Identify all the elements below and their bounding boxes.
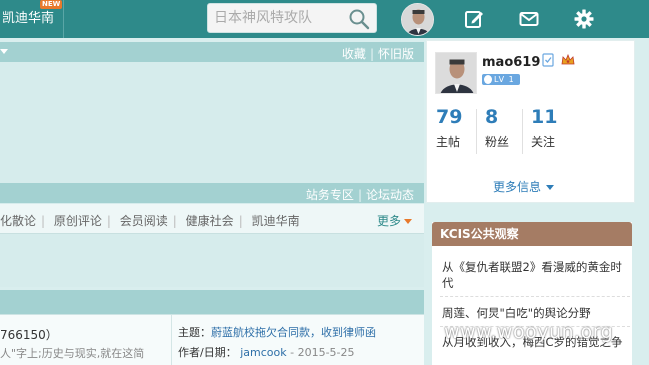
kcis-title: KCIS公共观察 [432,222,632,246]
username[interactable]: mao619 [482,55,540,70]
author-label: 作者/日期： [178,346,237,359]
crown-icon [561,54,575,65]
post-excerpt[interactable]: 人"字上;历史与现实,就在这简 [0,345,144,361]
divider [440,296,630,297]
caret-down-icon [546,185,555,190]
compose-icon[interactable] [464,9,484,29]
section-header-bar [0,290,424,314]
banner-bottom-bar: 站务专区 | 论坛动态 [0,183,424,203]
banner-top-bar: 收藏 | 怀旧版 [0,42,424,62]
stat-number: 8 [485,106,499,128]
topic-label: 主题： [178,326,211,339]
nav-tab-label: 凯迪华南 [2,11,55,26]
caret-down-icon [404,219,413,224]
more-info-button[interactable]: 更多信息 [493,178,555,195]
category-bar: 化散论 | 原创评论 | 会员阅读 | 健康社会 | 凯迪华南 更多 [0,204,424,234]
topic-link[interactable]: 蔚蓝航校拖欠合同款，收到律师函 [211,326,376,339]
divider: | [357,188,362,202]
favorite-link[interactable]: 收藏 [342,47,366,61]
stat-label: 主帖 [436,135,461,149]
user-card: mao619 LV 1 79 主帖 8 粉丝 11 关注 更多信息 [426,40,635,203]
stat-posts[interactable]: 79 主帖 [436,106,462,150]
category-item[interactable]: 健康社会 [186,214,234,228]
category-more-button[interactable]: 更多 [377,212,413,229]
top-navbar: 凯迪华南 NEW [0,0,649,38]
sidebar: mao619 LV 1 79 主帖 8 粉丝 11 关注 更多信息 KCIS公共… [424,38,649,365]
main-column: 收藏 | 怀旧版 站务专区 | 论坛动态 化散论 | 原创评论 | 会员阅读 | 健康社会 | … [0,38,424,365]
kcis-article-link[interactable]: 从《复仇者联盟2》看漫威的黄金时代 [442,259,627,291]
category-item[interactable]: 原创评论 [54,214,102,228]
stat-following[interactable]: 11 关注 [531,106,557,150]
search-input[interactable] [208,4,343,32]
post-id-text: 766150） [0,328,58,342]
search-icon[interactable] [348,8,370,30]
divider [171,315,172,365]
profile-avatar[interactable] [435,52,477,94]
category-item[interactable]: 凯迪华南 [252,214,300,228]
empty-panel [0,235,424,287]
category-item[interactable]: 会员阅读 [120,214,168,228]
level-icon [484,75,492,84]
kcis-article-link[interactable]: 周莲、何炅"白吃"的舆论分野 [442,305,627,321]
divider: | [369,47,374,61]
stat-label: 粉丝 [485,135,510,149]
dropdown-arrow-icon[interactable] [0,49,8,54]
stat-label: 关注 [531,135,556,149]
avatar-photo-icon [402,4,433,35]
author-line: 作者/日期： jamcook - 2015-5-25 [178,344,355,360]
stat-fans[interactable]: 8 粉丝 [485,106,509,150]
site-affairs-link[interactable]: 站务专区 [306,188,354,202]
mail-icon[interactable] [519,9,539,29]
divider [522,109,523,154]
search-box [207,3,377,33]
stat-number: 11 [531,106,558,128]
stat-number: 79 [436,106,463,128]
author-link[interactable]: jamcook [240,346,286,359]
nav-tab-kaidi-huanan[interactable]: 凯迪华南 NEW [0,0,64,38]
avatar-photo-icon [436,53,476,93]
kcis-panel: KCIS公共观察 从《复仇者联盟2》看漫威的黄金时代 周莲、何炅"白吃"的舆论分… [432,222,632,365]
classic-version-link[interactable]: 怀旧版 [378,47,414,61]
forum-news-link[interactable]: 论坛动态 [366,188,414,202]
level-badge: LV 1 [482,74,520,85]
new-badge: NEW [40,0,63,9]
verified-icon [542,53,554,67]
post-content: 766150） 人"字上;历史与现实,就在这简 主题：蔚蓝航校拖欠合同款，收到律… [0,314,424,365]
watermark: www.wooyun.org [444,321,614,343]
user-avatar[interactable] [401,3,434,36]
settings-icon[interactable] [574,9,594,29]
category-item[interactable]: 化散论 [0,214,36,228]
divider [476,109,477,154]
post-date: - 2015-5-25 [290,346,355,359]
topic-line: 主题：蔚蓝航校拖欠合同款，收到律师函 [178,324,376,340]
